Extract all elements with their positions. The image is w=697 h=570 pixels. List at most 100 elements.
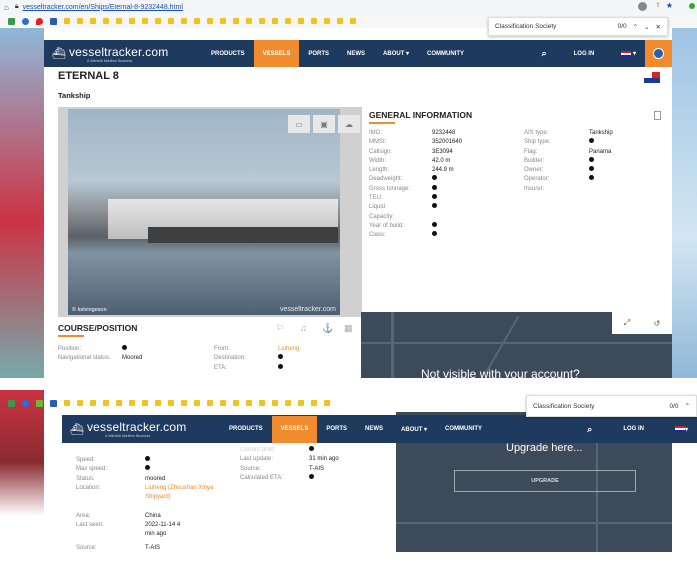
fullscreen-icon[interactable]: ⤢ [624,318,630,328]
link-location[interactable]: Liuheng (Zhoushan Xinya Shipyard) [145,484,217,512]
calendar-icon[interactable]: ▦ [344,323,353,334]
locked-value-icon[interactable] [278,363,283,369]
bookmark-folder-icon[interactable] [233,400,239,406]
bookmark-folder-icon[interactable] [324,18,330,24]
bookmark-folder-icon[interactable] [233,18,239,24]
bookmark-folder-icon[interactable] [259,18,265,24]
nav-community[interactable]: COMMUNITY [436,416,491,443]
nav-news[interactable]: NEWS [338,40,374,67]
cloud-upload-icon[interactable]: ☁ [338,115,360,133]
bookmark-folder-icon[interactable] [103,400,109,406]
bookmark-folder-icon[interactable] [194,400,200,406]
bookmark-green-icon[interactable] [8,17,15,25]
locked-value-icon[interactable] [432,184,492,194]
extensions-icon[interactable] [638,2,647,11]
locked-value-icon[interactable] [589,138,649,147]
bookmark-folder-icon[interactable] [181,400,187,406]
bookmark-folder-icon[interactable] [298,400,304,406]
bookmark-folder-icon[interactable] [246,18,252,24]
search-icon[interactable]: ⌕ [578,416,601,443]
bookmark-folder-icon[interactable] [168,18,174,24]
language-flag-icon[interactable]: ▾ [666,416,697,443]
bookmark-folder-icon[interactable] [298,18,304,24]
extension-green-icon[interactable] [689,3,695,9]
star-icon[interactable]: ★ [666,1,673,10]
bookmark-blue-icon[interactable] [22,17,29,25]
bookmark-folder-icon[interactable] [324,400,330,406]
locked-value-icon[interactable] [432,203,492,222]
bookmark-blue-icon[interactable] [22,399,29,407]
bell-icon[interactable]: ♫ [300,323,307,333]
history-icon[interactable]: ↺ [654,319,661,328]
site-logo[interactable]: ⛴ vesseltracker.com A Wärtsilä Maritime … [52,45,202,63]
language-flag-icon[interactable]: ▾ [612,40,645,67]
locked-value-icon[interactable] [589,156,649,166]
bookmark-folder-icon[interactable] [350,18,356,24]
bookmark-folder-icon[interactable] [142,18,148,24]
nav-about[interactable]: ABOUT ▾ [392,416,436,443]
bookmark-folder-icon[interactable] [311,400,317,406]
find-query[interactable]: Classification Society [533,403,664,410]
bookmark-folder-icon[interactable] [285,18,291,24]
bookmark-folder-icon[interactable] [194,18,200,24]
globe-icon[interactable] [645,40,672,67]
bookmark-folder-icon[interactable] [272,18,278,24]
bookmark-green-icon[interactable] [8,399,15,407]
anchor-icon[interactable]: ⚓ [322,323,333,334]
search-icon[interactable]: ⌕ [533,40,556,67]
bookmark-folder-icon[interactable] [181,18,187,24]
bookmark-folder-icon[interactable] [246,400,252,406]
login-link[interactable]: LOG IN [556,40,613,67]
bookmark-folder-icon[interactable] [155,18,161,24]
bookmark-folder-icon[interactable] [220,400,226,406]
upgrade-button[interactable]: UPGRADE [454,470,636,492]
locked-value-icon[interactable] [589,175,649,184]
bookmark-folder-icon[interactable] [155,400,161,406]
bookmark-folder-icon[interactable] [90,18,96,24]
gallery-icon[interactable]: ▭ [288,115,310,133]
find-next-icon[interactable]: ⌄ [644,23,649,31]
bookmark-folder-icon[interactable] [90,400,96,406]
bookmark-folder-icon[interactable] [64,18,70,24]
locked-value-icon[interactable] [145,456,217,465]
find-query[interactable]: Classification Society [495,23,612,30]
vessel-map[interactable]: ⤢ ↺ Not visible with your account? [361,312,672,378]
bookmark-calendar-icon[interactable] [50,399,57,407]
find-close-icon[interactable]: ✕ [656,23,661,31]
login-link[interactable]: LOG IN [601,416,666,443]
ship-photo[interactable]: © kelvingeson vesseltracker.com [68,109,340,315]
nav-vessels[interactable]: VESSELS [271,415,318,443]
nav-about[interactable]: ABOUT ▾ [374,40,418,67]
nav-products[interactable]: PRODUCTS [220,416,272,443]
nav-products[interactable]: PRODUCTS [202,40,254,67]
document-icon[interactable] [654,111,661,120]
bookmark-pin-icon[interactable] [36,17,43,25]
bookmark-folder-icon[interactable] [129,400,135,406]
bookmark-folder-icon[interactable] [311,18,317,24]
bookmark-folder-icon[interactable] [142,400,148,406]
site-logo[interactable]: ⛴ vesseltracker.com A Wärtsilä Maritime … [70,420,220,438]
find-prev-icon[interactable]: ⌃ [633,23,638,31]
bookmark-folder-icon[interactable] [285,400,291,406]
flag-icon[interactable]: ⚐ [276,323,284,334]
bookmark-folder-icon[interactable] [103,18,109,24]
locked-value-icon[interactable] [432,221,492,231]
bookmark-folder-icon[interactable] [64,400,70,406]
bookmark-folder-icon[interactable] [116,18,122,24]
find-prev-icon[interactable]: ⌃ [685,402,690,410]
nav-ports[interactable]: PORTS [317,416,356,443]
url-text[interactable]: vesseltracker.com/en/Ships/Eternal-8-923… [23,4,183,11]
locked-value-icon[interactable] [122,345,127,350]
link-from-port[interactable]: Liuheng [278,346,299,352]
bookmark-calendar-icon[interactable] [50,17,57,25]
bookmark-folder-icon[interactable] [272,400,278,406]
bookmark-folder-icon[interactable] [207,400,213,406]
locked-value-icon[interactable] [432,231,492,240]
bookmark-folder-icon[interactable] [168,400,174,406]
locked-value-icon[interactable] [432,194,492,203]
bookmark-folder-icon[interactable] [129,18,135,24]
bookmark-folder-icon[interactable] [259,400,265,406]
locked-value-icon[interactable] [145,465,217,474]
locked-value-icon[interactable] [309,473,369,483]
home-icon[interactable]: ⌂ [4,3,9,12]
